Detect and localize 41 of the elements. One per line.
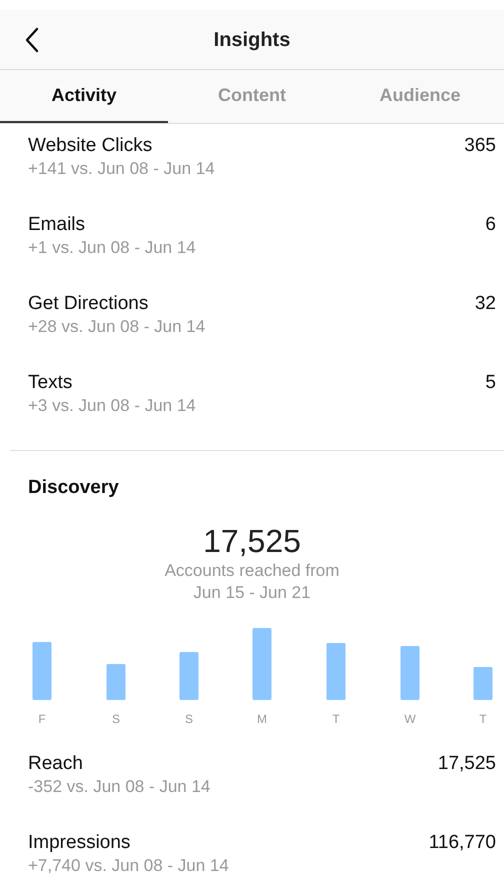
metric-label: Impressions [28,830,132,854]
comparison-text: +3 vs. Jun 08 - Jun 14 [28,395,196,417]
section-heading: Discovery [27,476,119,500]
metric-value: 6 [485,213,496,237]
chart-bar [180,652,198,700]
caption-text: Jun 15 - Jun 21 [193,582,311,604]
back-icon[interactable] [24,27,40,53]
chart-bar [106,664,126,700]
comparison-text: +7,740 vs. Jun 08 - Jun 14 [28,854,229,876]
caption-text: Accounts reached from [164,560,340,582]
metric-label: Get Directions [28,292,150,316]
metric-label: Website Clicks [28,134,154,158]
screen-title: Insights [214,28,290,52]
chart-bar [32,642,52,700]
day-label: T [332,710,340,728]
chart-bar [474,666,492,700]
day-label: T [479,710,487,728]
metric-label: Reach [28,752,84,776]
total-count: 17,525 [203,522,301,560]
metric-label: Emails [28,213,86,237]
metric-value: 32 [474,292,496,316]
tab[interactable]: Audience [336,70,504,123]
day-label: F [38,710,46,728]
metric-value: 116,770 [428,830,496,854]
day-label: M [257,710,267,728]
metric-value: 365 [464,134,496,158]
metric-label: Texts [28,371,74,395]
comparison-text: +1 vs. Jun 08 - Jun 14 [28,237,196,259]
comparison-text: +141 vs. Jun 08 - Jun 14 [28,158,215,180]
metric-value: 5 [485,371,496,395]
metric-value: 17,525 [438,752,496,776]
day-label: W [404,710,416,728]
comparison-text: +28 vs. Jun 08 - Jun 14 [28,316,206,338]
chart-bar [326,642,346,700]
chart-bar [400,646,420,700]
day-label: S [185,710,193,728]
tab[interactable]: Content [168,70,336,123]
comparison-text: -352 vs. Jun 08 - Jun 14 [28,776,210,798]
chart-bar [252,628,272,700]
day-label: S [112,710,120,728]
tab[interactable]: Activity [0,70,168,123]
